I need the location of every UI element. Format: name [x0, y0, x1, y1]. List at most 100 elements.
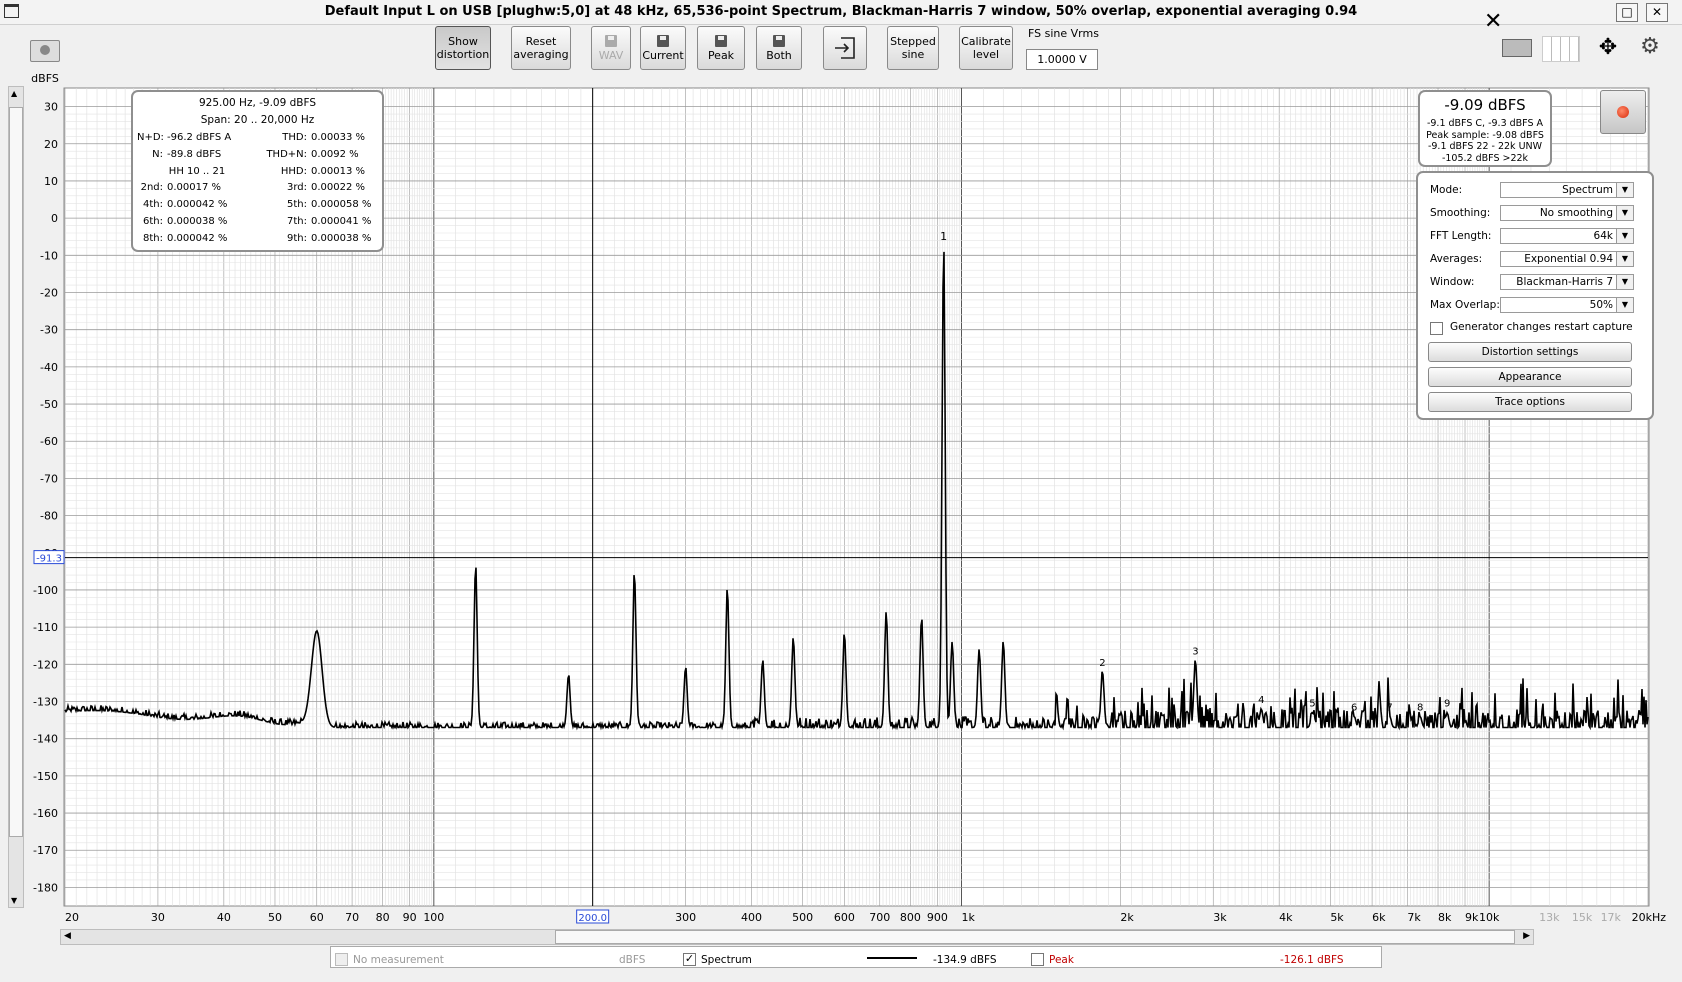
- fundamental-readout: 925.00 Hz, -9.09 dBFS: [198, 97, 317, 109]
- spectrum-label: Spectrum: [701, 954, 752, 966]
- no-measurement-label: No measurement: [353, 954, 444, 966]
- legend-unit: dBFS: [619, 954, 646, 966]
- x-tick-label: 17k: [1601, 911, 1622, 924]
- distortion-label: 9th:: [287, 232, 307, 244]
- generator-restart-label: Generator changes restart capture: [1450, 321, 1633, 333]
- y-tick-label: -10: [40, 249, 58, 262]
- trace-options-button[interactable]: Trace options: [1428, 392, 1632, 412]
- record-button[interactable]: [1600, 90, 1646, 134]
- harmonic-marker: 4: [1258, 695, 1264, 706]
- x-tick-label: 15k: [1572, 911, 1593, 924]
- y-tick-label: -160: [33, 807, 58, 820]
- x-tick-label: 700: [869, 911, 890, 924]
- y-tick-label: -40: [40, 361, 58, 374]
- x-tick-label: 70: [345, 911, 359, 924]
- x-tick-label: 300: [675, 911, 696, 924]
- x-tick-label: 50: [268, 911, 282, 924]
- x-tick-label: 9k: [1465, 911, 1479, 924]
- y-tick-label: 20: [44, 138, 58, 151]
- y-tick-label: -110: [33, 621, 58, 634]
- distortion-label: 8th:: [143, 232, 163, 244]
- max-overlap-select[interactable]: 50%: [1500, 297, 1634, 313]
- distortion-settings-button[interactable]: Distortion settings: [1428, 342, 1632, 362]
- x-tick-label: 13k: [1539, 911, 1560, 924]
- x-tick-label: 80: [376, 911, 390, 924]
- y-tick-label: 30: [44, 101, 58, 114]
- y-tick-label: 0: [51, 212, 58, 225]
- y-axis-unit: dBFS: [31, 72, 59, 85]
- x-tick-label: 600: [834, 911, 855, 924]
- distortion-value: HH 10 .. 21: [168, 165, 226, 177]
- horizontal-scrollbar[interactable]: ◀ ▶: [60, 929, 1534, 945]
- x-tick-label: 20: [65, 911, 79, 924]
- window-label: Window:: [1430, 276, 1475, 288]
- span-readout: Span: 20 .. 20,000 Hz: [200, 114, 315, 126]
- x-tick-label: 8k: [1438, 911, 1452, 924]
- distortion-value: 0.000058 %: [311, 199, 372, 211]
- y-tick-label: -50: [40, 398, 58, 411]
- x-tick-label: 60: [310, 911, 324, 924]
- spectrum-checkbox[interactable]: ✓: [683, 953, 696, 966]
- distortion-label: THD+N:: [266, 148, 307, 160]
- distortion-label: 4th:: [143, 199, 163, 211]
- y-tick-label: -100: [33, 584, 58, 597]
- legend-bar: No measurement dBFS ✓ Spectrum -134.9 dB…: [330, 946, 1382, 968]
- spectrum-value: -134.9 dBFS: [933, 954, 997, 966]
- max-overlap-label: Max Overlap:: [1430, 299, 1500, 311]
- window-select[interactable]: Blackman-Harris 7: [1500, 274, 1634, 290]
- y-tick-label: 10: [44, 175, 58, 188]
- scroll-left-arrow-icon[interactable]: ◀: [64, 931, 71, 941]
- averages-select[interactable]: Exponential 0.94: [1500, 251, 1634, 267]
- distortion-label: N:: [152, 148, 163, 160]
- x-tick-label: 20kHz: [1632, 911, 1667, 924]
- smoothing-select[interactable]: No smoothing: [1500, 205, 1634, 221]
- cursor-y-label: -91.3: [36, 554, 62, 565]
- peak-label: Peak: [1049, 954, 1074, 966]
- mode-select[interactable]: Spectrum: [1500, 182, 1634, 198]
- distortion-panel: 925.00 Hz, -9.09 dBFS Span: 20 .. 20,000…: [131, 90, 384, 252]
- y-tick-label: -150: [33, 770, 58, 783]
- harmonic-marker: 3: [1192, 647, 1198, 658]
- harmonic-marker: 9: [1444, 699, 1450, 710]
- cursor-x-label: 200.0: [578, 913, 607, 924]
- x-tick-label: 30: [151, 911, 165, 924]
- controls-panel: Mode: Spectrum Smoothing: No smoothing F…: [1416, 171, 1654, 420]
- horizontal-scroll-thumb[interactable]: [555, 930, 1515, 944]
- x-tick-label: 40: [217, 911, 231, 924]
- distortion-value: -89.8 dBFS: [167, 148, 222, 160]
- distortion-label: THD:: [282, 132, 307, 143]
- level-details: -9.1 dBFS C, -9.3 dBFS A Peak sample: -9…: [1426, 118, 1544, 164]
- distortion-label: HHD:: [280, 165, 307, 177]
- distortion-value: 0.000042 %: [167, 199, 228, 211]
- distortion-value: 0.000041 %: [311, 216, 372, 227]
- x-tick-label: 7k: [1407, 911, 1421, 924]
- distortion-value: 0.000042 %: [167, 232, 228, 244]
- fft-length-select[interactable]: 64k: [1500, 228, 1634, 244]
- x-tick-label: 900: [927, 911, 948, 924]
- no-measurement-checkbox[interactable]: [335, 953, 348, 966]
- x-tick-label: 400: [741, 911, 762, 924]
- y-tick-label: -80: [40, 510, 58, 523]
- y-tick-label: -140: [33, 733, 58, 746]
- distortion-label: 7th:: [287, 216, 307, 227]
- appearance-button[interactable]: Appearance: [1428, 367, 1632, 387]
- y-tick-label: -60: [40, 435, 58, 448]
- distortion-value: 0.0092 %: [311, 148, 359, 160]
- harmonic-marker: 5: [1309, 699, 1315, 710]
- y-axis-ticks: 3020100-10-20-30-40-50-60-70-80-90-100-1…: [33, 101, 58, 895]
- smoothing-label: Smoothing:: [1430, 207, 1491, 219]
- distortion-value: 0.000038 %: [311, 232, 372, 244]
- fundamental-marker: 1: [940, 230, 947, 243]
- x-tick-label: 10k: [1479, 911, 1500, 924]
- harmonic-marker: 6: [1351, 702, 1357, 713]
- y-tick-label: -130: [33, 696, 58, 709]
- y-tick-label: -20: [40, 287, 58, 300]
- scroll-right-arrow-icon[interactable]: ▶: [1523, 931, 1530, 941]
- y-tick-label: -120: [33, 658, 58, 671]
- peak-checkbox[interactable]: [1031, 953, 1044, 966]
- generator-restart-checkbox[interactable]: [1430, 322, 1443, 335]
- distortion-value: 0.00033 %: [311, 132, 366, 143]
- x-tick-label: 500: [792, 911, 813, 924]
- distortion-value: 0.00013 %: [311, 165, 366, 177]
- y-tick-label: -180: [33, 881, 58, 894]
